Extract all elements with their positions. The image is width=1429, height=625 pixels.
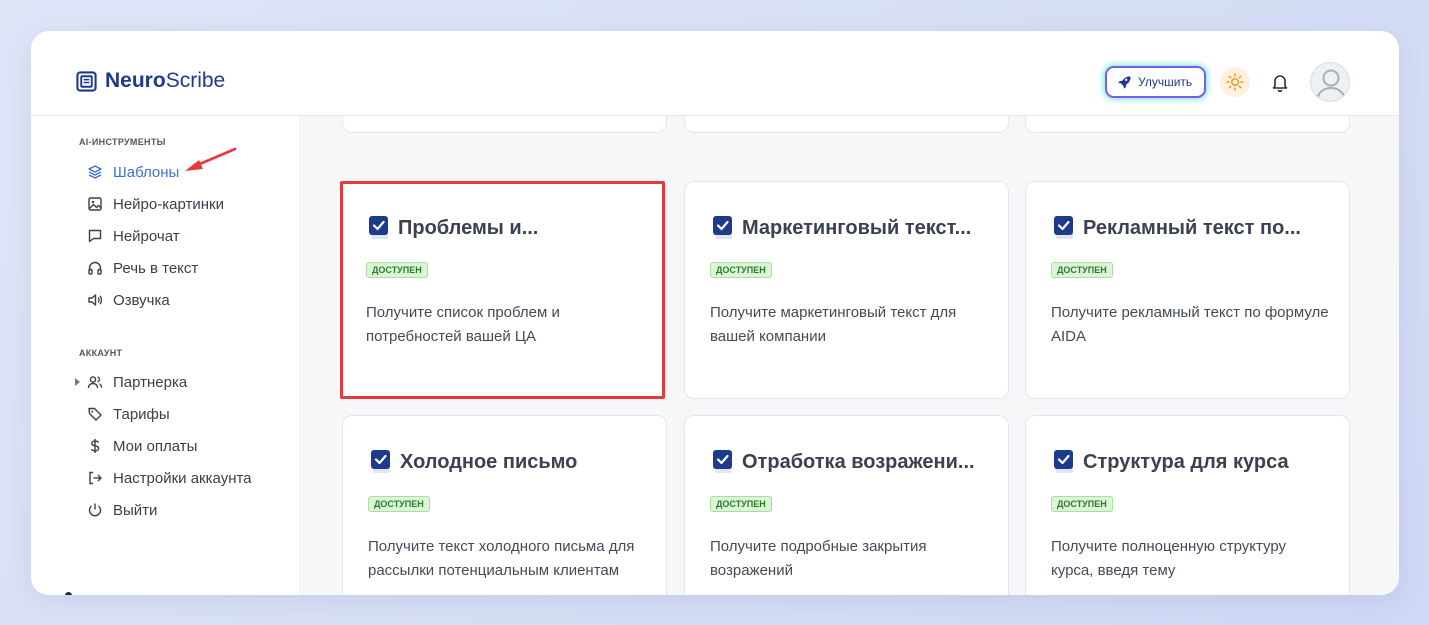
template-card-partial[interactable] <box>342 116 667 133</box>
sidebar-item-speech-to-text[interactable]: Речь в текст <box>87 257 198 279</box>
sidebar-item-label: Нейро-картинки <box>113 195 224 213</box>
app-window: Neuro Scribe Улучшить AI-ИНСТРУМЕНТЫ Шаб… <box>31 31 1399 595</box>
logo-text-bold: Neuro <box>105 69 166 92</box>
theme-toggle-button[interactable] <box>1220 67 1250 97</box>
tag-icon <box>87 406 103 422</box>
users-icon <box>87 374 103 390</box>
sidebar-item-label: Речь в текст <box>113 259 199 277</box>
card-title: Отработка возражени... <box>713 449 975 475</box>
settings-exit-icon <box>87 470 103 486</box>
checkbox-icon <box>371 450 390 473</box>
card-description: Получите полноценную структуру курса, вв… <box>1051 538 1287 579</box>
card-description: Получите рекламный текст по формуле AIDA <box>1051 304 1329 345</box>
bell-icon[interactable] <box>1269 71 1291 93</box>
sidebar-item-logout[interactable]: Выйти <box>87 499 157 521</box>
card-title-text: Холодное письмо <box>400 450 578 473</box>
template-card-problems[interactable]: Проблемы и... доступен Получите список п… <box>340 181 665 399</box>
card-title-text: Рекламный текст по... <box>1083 216 1301 239</box>
user-avatar-icon <box>1316 69 1346 100</box>
rocket-icon <box>1118 76 1131 89</box>
power-icon <box>87 502 103 518</box>
card-description: Получите список проблем и потребностей в… <box>366 304 560 345</box>
sidebar-section-account: АККАУНТ <box>79 348 123 358</box>
sidebar-section-tools: AI-ИНСТРУМЕНТЫ <box>79 137 166 147</box>
card-title: Структура для курса <box>1054 449 1289 475</box>
sidebar-item-label: Выйти <box>113 501 158 519</box>
checkbox-icon <box>1054 216 1073 239</box>
user-avatar[interactable] <box>1310 62 1350 102</box>
sidebar-item-account-settings[interactable]: Настройки аккаунта <box>87 467 252 489</box>
template-card-partial[interactable] <box>1025 116 1350 133</box>
card-title: Холодное письмо <box>371 449 577 475</box>
expand-caret-icon[interactable] <box>75 378 80 386</box>
headphones-icon <box>87 260 103 276</box>
sidebar-item-label: Нейрочат <box>113 227 180 245</box>
sidebar-item-templates[interactable]: Шаблоны <box>87 161 179 183</box>
template-card-partial[interactable] <box>684 116 1009 133</box>
sidebar-item-tariffs[interactable]: Тарифы <box>87 403 170 425</box>
status-badge: доступен <box>710 262 772 278</box>
layers-icon <box>87 164 103 180</box>
app-header: Neuro Scribe Улучшить <box>31 31 1399 116</box>
image-icon <box>87 196 103 212</box>
card-description: Получите маркетинговый текст для вашей к… <box>710 304 957 345</box>
logo-text-light: Scribe <box>165 69 226 92</box>
card-title: Проблемы и... <box>369 215 538 241</box>
template-card-advertising[interactable]: Рекламный текст по... доступен Получите … <box>1025 181 1350 399</box>
status-badge: доступен <box>1051 262 1113 278</box>
card-title-text: Маркетинговый текст... <box>742 216 972 239</box>
sidebar-item-partner[interactable]: Партнерка <box>75 371 188 393</box>
sidebar-item-label: Озвучка <box>113 291 170 309</box>
checkbox-icon <box>1054 450 1073 473</box>
sidebar-item-label: Настройки аккаунта <box>113 469 252 487</box>
dollar-icon <box>87 438 103 454</box>
card-title: Маркетинговый текст... <box>713 215 971 241</box>
card-description: Получите подробные закрытия возражений <box>710 538 927 579</box>
sidebar-item-neurochat[interactable]: Нейрочат <box>87 225 180 247</box>
sidebar-item-voiceover[interactable]: Озвучка <box>87 289 170 311</box>
status-badge: доступен <box>368 496 430 512</box>
upgrade-label: Улучшить <box>1138 75 1193 89</box>
sidebar-footer-indicator <box>65 592 72 595</box>
checkbox-icon <box>369 216 388 239</box>
status-badge: доступен <box>710 496 772 512</box>
upgrade-button[interactable]: Улучшить <box>1105 66 1207 98</box>
status-badge: доступен <box>1051 496 1113 512</box>
sidebar-item-neuro-images[interactable]: Нейро-картинки <box>87 193 224 215</box>
sidebar-item-label: Мои оплаты <box>113 437 198 455</box>
card-title: Рекламный текст по... <box>1054 215 1301 241</box>
template-card-objections[interactable]: Отработка возражени... доступен Получите… <box>684 415 1009 595</box>
logo-icon <box>76 70 97 92</box>
chat-icon <box>87 228 103 244</box>
sidebar-item-label: Партнерка <box>113 373 188 391</box>
sidebar-item-label: Шаблоны <box>113 163 180 181</box>
card-title-text: Проблемы и... <box>398 216 539 239</box>
sun-icon <box>1226 73 1244 91</box>
templates-grid: Проблемы и... доступен Получите список п… <box>302 116 1399 595</box>
card-title-text: Структура для курса <box>1083 450 1289 473</box>
checkbox-icon <box>713 450 732 473</box>
sidebar-item-label: Тарифы <box>113 405 170 423</box>
checkbox-icon <box>713 216 732 239</box>
template-card-course-structure[interactable]: Структура для курса доступен Получите по… <box>1025 415 1350 595</box>
template-card-marketing[interactable]: Маркетинговый текст... доступен Получите… <box>684 181 1009 399</box>
annotation-arrow <box>185 147 237 171</box>
sidebar-item-payments[interactable]: Мои оплаты <box>87 435 197 457</box>
status-badge: доступен <box>366 262 428 278</box>
speaker-icon <box>87 292 103 308</box>
sidebar: AI-ИНСТРУМЕНТЫ Шаблоны Нейро-картинки Не… <box>31 116 301 595</box>
card-title-text: Отработка возражени... <box>742 450 975 473</box>
template-card-cold-email[interactable]: Холодное письмо доступен Получите текст … <box>342 415 667 595</box>
card-description: Получите текст холодного письма для расс… <box>368 538 635 579</box>
app-logo[interactable]: Neuro Scribe <box>76 69 225 93</box>
